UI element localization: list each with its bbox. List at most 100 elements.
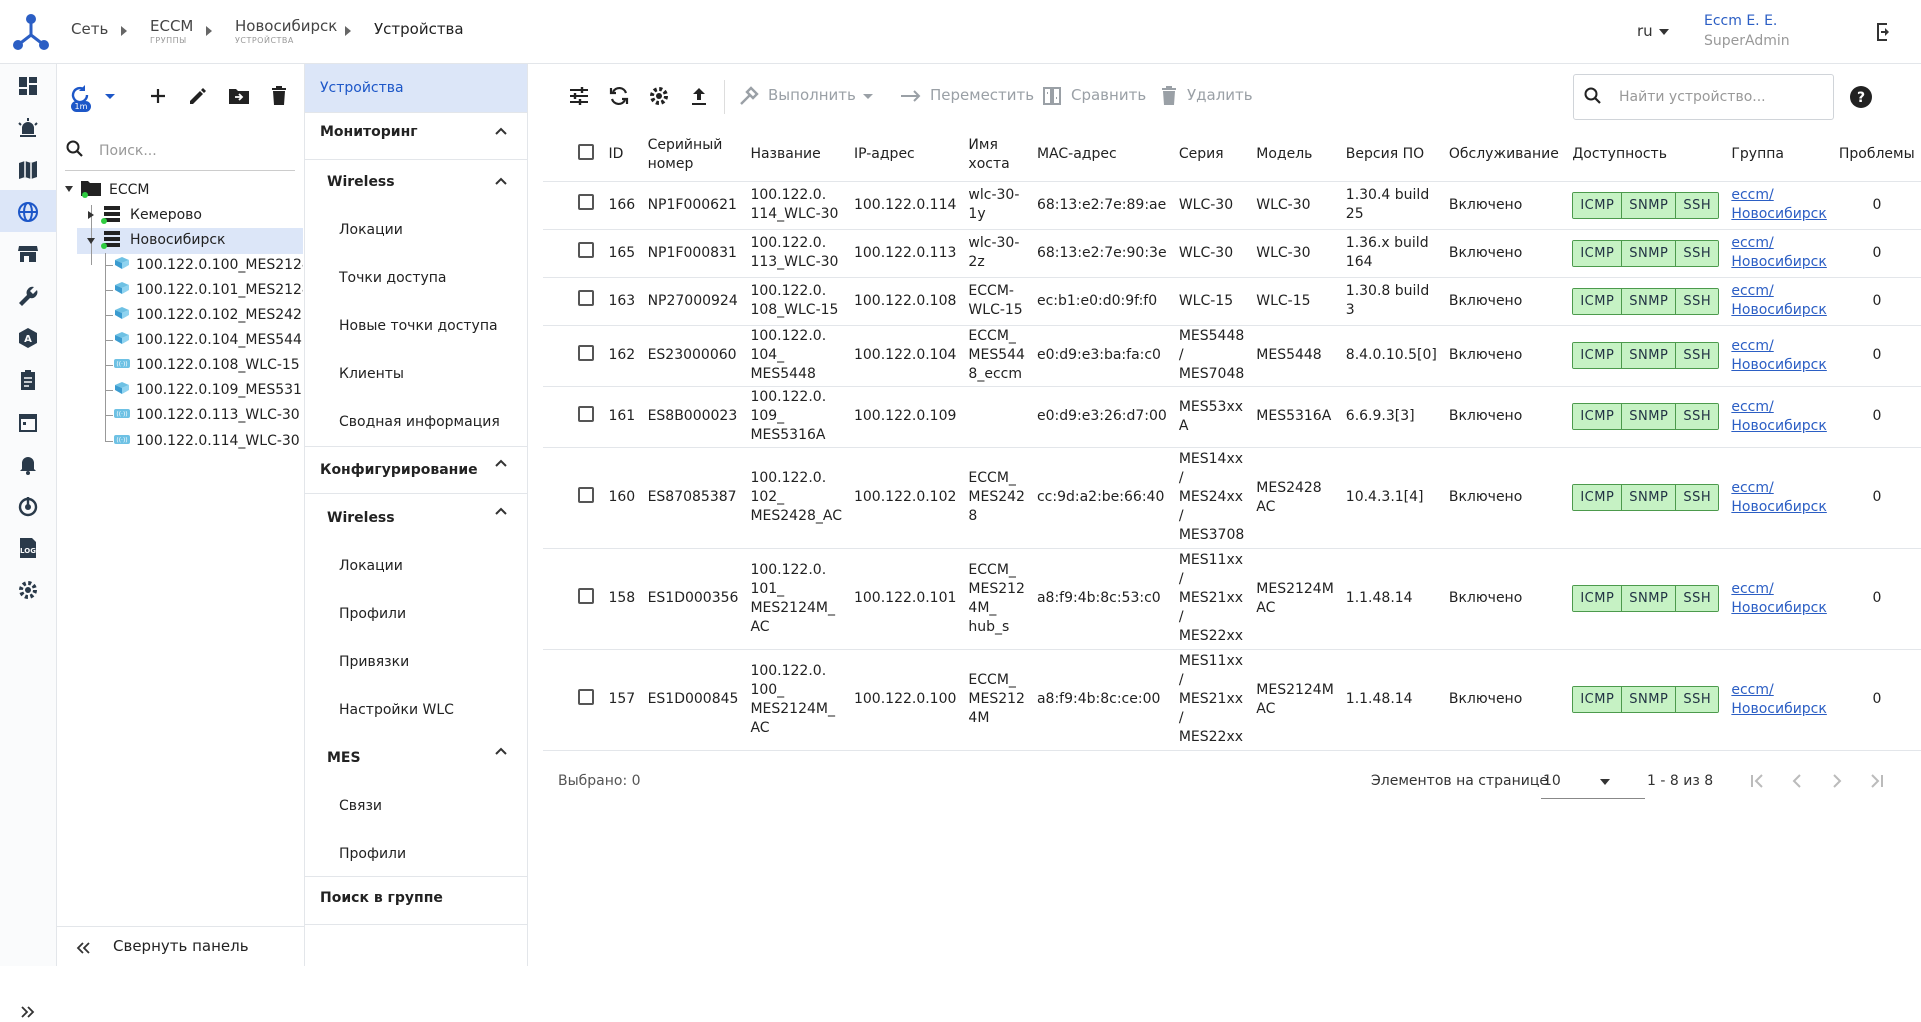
tree-expand-down-icon[interactable] [86,236,96,246]
nav-devices[interactable]: Устройства [305,64,527,112]
help-icon[interactable]: ? [1849,85,1873,109]
tree-node-device[interactable]: 100.122.0.113_WLC-30 [136,404,303,426]
row-checkbox[interactable] [578,688,594,705]
table-row[interactable]: 158 ES1D000356 100.122.0. 101_ MES2124M_ A… [543,547,1921,649]
group-link[interactable]: eccm/ Новосибирск [1731,581,1826,616]
nav-subsection-cfg-wireless[interactable]: Wireless [305,510,527,526]
nav-section-configuring[interactable]: Конфигурирование [305,462,527,478]
sync-icon[interactable] [607,84,631,108]
tree-expand-down-icon[interactable] [64,184,74,194]
bell-icon[interactable] [16,452,40,476]
first-page-icon[interactable] [1746,770,1768,792]
group-link[interactable]: eccm/ Новосибирск [1731,480,1826,515]
col-header-problems[interactable]: Проблемы [1833,129,1921,181]
filter-sliders-icon[interactable] [567,84,591,108]
network-globe-icon[interactable] [16,200,40,224]
tree-expand-right-icon[interactable] [86,210,96,220]
col-header-hostname[interactable]: Имя хоста [962,129,1031,181]
store-icon[interactable] [16,242,40,266]
row-checkbox[interactable] [578,486,594,503]
chevron-up-icon[interactable] [495,126,507,138]
delete-button[interactable]: Удалить [1187,86,1253,104]
table-row[interactable]: 160 ES87085387 100.122.0. 102_ MES2428_AC 1… [543,446,1921,548]
nav-item-new-access-points[interactable]: Новые точки доступа [305,318,527,334]
chevron-up-icon[interactable] [495,458,507,470]
group-link[interactable]: eccm/ Новосибирск [1731,399,1826,434]
double-chevron-left-icon[interactable] [74,939,92,957]
tree-node-eccm[interactable]: ECCM [109,179,149,201]
nav-item-links[interactable]: Связи [305,798,527,814]
table-row[interactable]: 162 ES23000060 100.122.0. 104_ MES5448 100.… [543,324,1921,386]
logout-icon[interactable] [1872,20,1896,44]
upload-icon[interactable] [687,84,711,108]
settings-icon[interactable] [647,84,671,108]
row-checkbox[interactable] [578,587,594,604]
nav-subsection-mon-wireless[interactable]: Wireless [305,174,527,190]
delete-trash-icon[interactable] [267,84,291,108]
admin-badge-icon[interactable]: A [16,326,40,350]
clipboard-icon[interactable] [16,368,40,392]
col-header-model[interactable]: Модель [1250,129,1340,181]
tree-node-device[interactable]: 100.122.0.101_MES2124M [136,279,303,301]
group-link[interactable]: eccm/ Новосибирск [1731,338,1826,373]
group-link[interactable]: eccm/ Новосибирск [1731,283,1826,318]
chevron-down-icon[interactable] [102,84,118,108]
nav-group-search[interactable]: Поиск в группе [305,890,527,906]
chevron-up-icon[interactable] [495,506,507,518]
col-header-mac[interactable]: MAC-адрес [1031,129,1173,181]
col-header-id[interactable]: ID [602,129,641,181]
tree-node-device[interactable]: 100.122.0.102_MES2428_A [136,304,303,326]
group-link[interactable]: eccm/ Новосибирск [1731,682,1826,717]
row-checkbox[interactable] [578,194,594,210]
chevron-up-icon[interactable] [495,176,507,188]
prev-page-icon[interactable] [1786,770,1808,792]
col-header-serial[interactable]: Серийный номер [642,129,745,181]
tree-node-device[interactable]: 100.122.0.108_WLC-15 [136,354,303,376]
edit-pencil-icon[interactable] [186,84,210,108]
language-select[interactable]: ru [1637,22,1669,40]
nav-item-mon-locations[interactable]: Локации [305,222,527,238]
table-row[interactable]: 161 ES8B000023 100.122.0. 109_ MES5316A 100… [543,385,1921,447]
nav-item-cfg-profiles[interactable]: Профили [305,606,527,622]
col-header-ip[interactable]: IP-адрес [848,129,962,181]
table-row[interactable]: 157 ES1D000845 100.122.0. 100_ MES2124M_ A… [543,648,1921,751]
collapse-panel-button[interactable]: Свернуть панель [113,937,249,955]
nav-item-wlc-settings[interactable]: Настройки WLC [305,702,527,718]
calendar-icon[interactable] [16,410,40,434]
breadcrumb-novosibirsk[interactable]: Новосибирск УСТРОЙСТВА [235,17,337,45]
wrench-icon[interactable] [16,284,40,308]
dashboard-icon[interactable] [16,74,40,98]
table-row[interactable]: 166 NP1F000621 100.122.0. 114_WLC-30 100.12… [543,180,1921,229]
tree-node-device[interactable]: 100.122.0.114_WLC-30 [136,430,303,452]
add-icon[interactable] [146,84,170,108]
row-checkbox[interactable] [578,242,594,258]
execute-button[interactable]: Выполнить [768,86,856,104]
move-button[interactable]: Переместить [930,86,1034,104]
move-to-folder-icon[interactable] [227,84,251,108]
nav-item-clients[interactable]: Клиенты [305,366,527,382]
row-checkbox[interactable] [578,344,594,361]
row-checkbox[interactable] [578,405,594,422]
nav-subsection-mes[interactable]: MES [305,750,527,766]
row-checkbox[interactable] [578,290,594,306]
breadcrumb-eccm[interactable]: ECCM ГРУППЫ [150,17,193,45]
group-link[interactable]: eccm/ Новосибирск [1731,235,1826,270]
map-icon[interactable] [16,158,40,182]
compare-button[interactable]: Сравнить [1071,86,1146,104]
tree-search-input[interactable] [97,140,297,162]
col-header-service[interactable]: Обслуживание [1443,129,1566,181]
alarm-icon[interactable] [16,116,40,140]
nav-item-mes-profiles[interactable]: Профили [305,846,527,862]
nav-section-monitoring[interactable]: Мониторинг [305,124,527,140]
double-chevron-right-icon[interactable] [18,1002,38,1022]
nav-item-access-points[interactable]: Точки доступа [305,270,527,286]
nav-item-bindings[interactable]: Привязки [305,654,527,670]
device-search-input[interactable] [1617,86,1821,108]
tree-node-device[interactable]: 100.122.0.104_MES5448 [136,329,303,351]
table-row[interactable]: 163 NP27000924 100.122.0. 108_WLC-15 100.12… [543,276,1921,325]
nav-item-summary[interactable]: Сводная информация [305,414,527,430]
col-header-name[interactable]: Название [744,129,848,181]
user-name[interactable]: Eccm E. E. [1704,13,1777,29]
tree-node-kemerovo[interactable]: Кемерово [130,204,202,226]
app-logo-icon[interactable] [12,13,50,51]
